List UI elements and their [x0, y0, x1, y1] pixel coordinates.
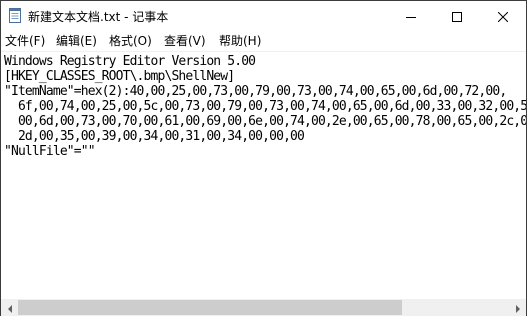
menu-file[interactable]: 文件(F) — [5, 33, 45, 49]
menu-bar: 文件(F) 编辑(E) 格式(O) 查看(V) 帮助(H) — [1, 31, 526, 52]
menu-view[interactable]: 查看(V) — [164, 33, 206, 49]
scrollbar-thumb[interactable] — [18, 300, 402, 315]
title-bar[interactable]: 新建文本文档.txt - 记事本 — [1, 1, 526, 31]
menu-edit[interactable]: 编辑(E) — [56, 33, 97, 49]
scroll-left-button[interactable] — [1, 299, 18, 316]
minimize-icon — [406, 7, 416, 26]
maximize-icon — [452, 7, 462, 26]
editor-line: Windows Registry Editor Version 5.00 — [4, 54, 256, 69]
chevron-right-icon — [515, 298, 521, 317]
horizontal-scrollbar[interactable] — [1, 299, 526, 316]
chevron-left-icon — [7, 298, 13, 317]
close-button[interactable] — [480, 1, 526, 31]
menu-format[interactable]: 格式(O) — [109, 33, 152, 49]
editor-line: 00,6d,00,73,00,70,00,61,00,69,00,6e,00,7… — [4, 114, 526, 129]
close-icon — [497, 7, 509, 26]
menu-help[interactable]: 帮助(H) — [219, 33, 261, 49]
notepad-icon — [9, 8, 21, 23]
editor-line: "ItemName"=hex(2):40,00,25,00,73,00,79,0… — [4, 84, 507, 99]
editor-line: 6f,00,74,00,25,00,5c,00,73,00,79,00,73,0… — [4, 99, 526, 114]
text-editor[interactable]: Windows Registry Editor Version 5.00 [HK… — [1, 52, 526, 299]
notepad-window: 新建文本文档.txt - 记事本 文件(F) 编辑(E) 格式(O) 查看(V)… — [0, 0, 527, 316]
scroll-right-button[interactable] — [509, 299, 526, 316]
maximize-button[interactable] — [434, 1, 480, 31]
editor-line: 2d,00,35,00,39,00,34,00,31,00,34,00,00,0… — [4, 129, 305, 144]
window-title: 新建文本文档.txt - 记事本 — [28, 10, 169, 24]
minimize-button[interactable] — [388, 1, 434, 31]
editor-line: "NullFile"="" — [4, 144, 96, 159]
editor-line: [HKEY_CLASSES_ROOT\.bmp\ShellNew] — [4, 69, 235, 84]
